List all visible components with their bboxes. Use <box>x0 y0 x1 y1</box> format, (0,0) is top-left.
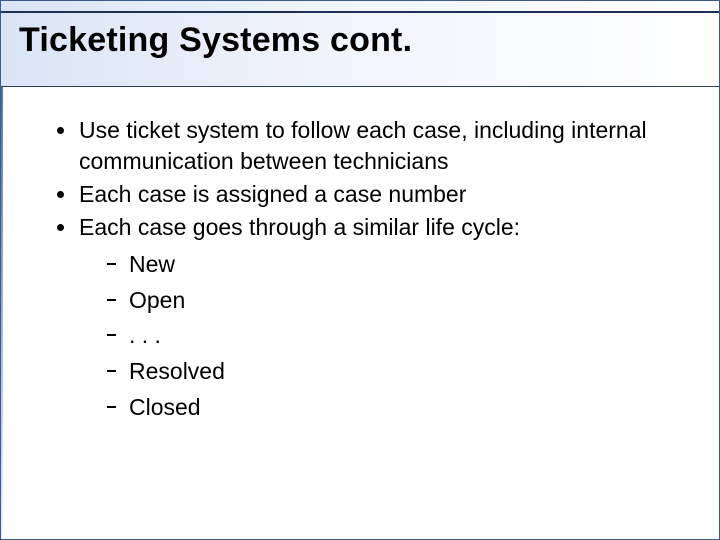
slide-title: Ticketing Systems cont. <box>19 21 412 60</box>
bullet-list: Use ticket system to follow each case, i… <box>51 115 689 425</box>
bullet-text: Each case is assigned a case number <box>79 181 466 207</box>
bullet-text: Use ticket system to follow each case, i… <box>79 117 647 174</box>
slide: Ticketing Systems cont. Use ticket syste… <box>0 0 720 540</box>
bullet-text: Each case goes through a similar life cy… <box>79 214 520 240</box>
lifecycle-item: New <box>101 247 689 283</box>
lifecycle-text: Resolved <box>129 358 225 384</box>
bullet-item: Each case is assigned a case number <box>51 179 689 210</box>
lifecycle-text: New <box>129 251 175 277</box>
bullet-item: Use ticket system to follow each case, i… <box>51 115 689 177</box>
lifecycle-list: New Open . . . Resolved Closed <box>101 247 689 425</box>
lifecycle-item: . . . <box>101 318 689 354</box>
lifecycle-text: Open <box>129 287 185 313</box>
lifecycle-text: Closed <box>129 394 201 420</box>
header-region: Ticketing Systems cont. <box>1 1 719 87</box>
header-top-rule <box>1 11 719 13</box>
bullet-item: Each case goes through a similar life cy… <box>51 212 689 425</box>
content-area: Use ticket system to follow each case, i… <box>1 87 719 447</box>
lifecycle-item: Open <box>101 283 689 319</box>
lifecycle-item: Closed <box>101 390 689 426</box>
lifecycle-text: . . . <box>129 322 161 348</box>
lifecycle-item: Resolved <box>101 354 689 390</box>
